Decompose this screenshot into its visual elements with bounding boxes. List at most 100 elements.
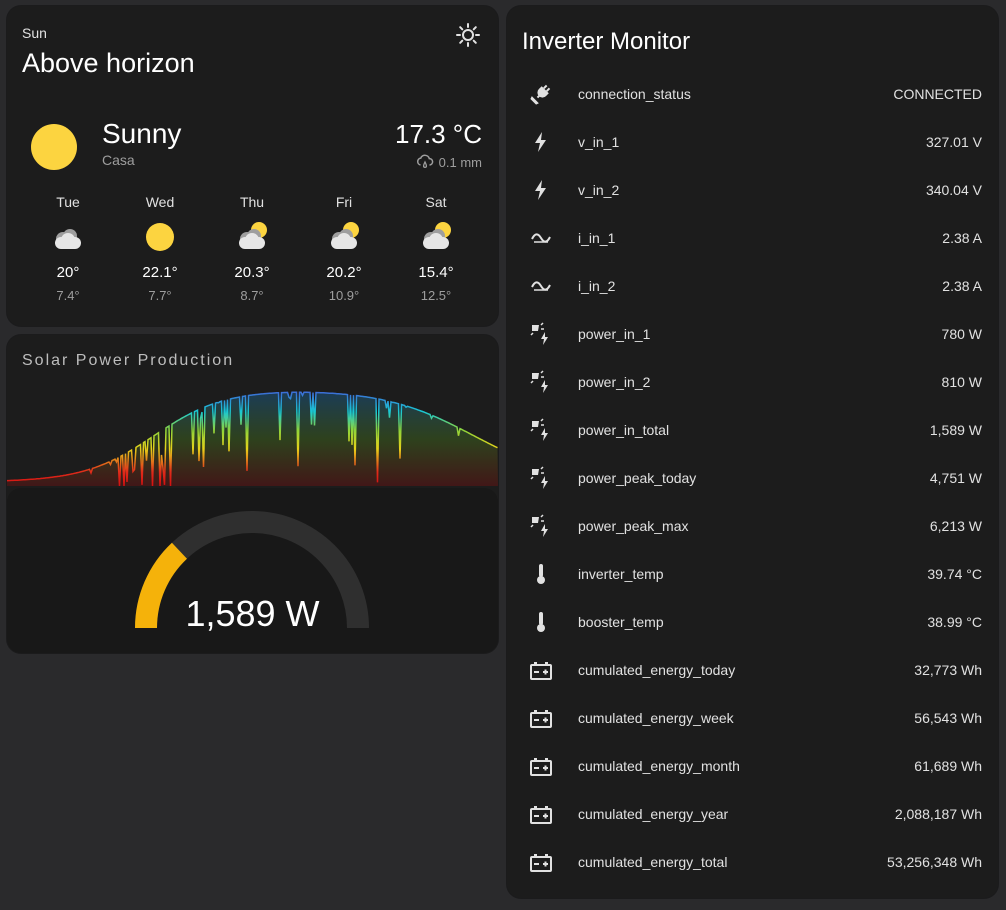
entity-value: 2,088,187 Wh [894, 806, 982, 822]
entity-row-cumulated-energy-today[interactable]: cumulated_energy_today 32,773 Wh [507, 646, 998, 694]
entity-value: 39.74 °C [927, 566, 982, 582]
entity-row-connection-status[interactable]: connection_status CONNECTED [507, 70, 998, 118]
entity-row-inverter-temp[interactable]: inverter_temp 39.74 °C [507, 550, 998, 598]
entity-value: 61,689 Wh [914, 758, 982, 774]
forecast-low: 10.9° [328, 288, 360, 303]
entity-name: cumulated_energy_year [578, 806, 729, 822]
entity-row-i-in-2[interactable]: i_in_2 2.38 A [507, 262, 998, 310]
plug-icon [529, 82, 553, 106]
solar-power-icon [529, 322, 553, 346]
forecast-high: 20.3° [234, 264, 270, 281]
entity-name: power_in_total [578, 422, 670, 438]
forecast-low: 7.7° [148, 288, 172, 303]
entity-name: power_in_2 [578, 374, 651, 390]
entity-row-cumulated-energy-year[interactable]: cumulated_energy_year 2,088,187 Wh [507, 790, 998, 838]
thermometer-icon [529, 610, 553, 634]
solar-power-icon [529, 466, 553, 490]
current-ac-icon [529, 226, 553, 250]
entity-name: cumulated_energy_today [578, 662, 736, 678]
forecast-low: 8.7° [240, 288, 264, 303]
partly-cloudy-icon [419, 220, 453, 254]
entity-row-cumulated-energy-month[interactable]: cumulated_energy_month 61,689 Wh [507, 742, 998, 790]
entity-name: power_peak_max [578, 518, 689, 534]
entity-value: 2.38 A [942, 230, 982, 246]
forecast-high: 15.4° [418, 264, 454, 281]
entity-name: inverter_temp [578, 566, 664, 582]
solar-power-icon [529, 418, 553, 442]
entity-row-v-in-1[interactable]: v_in_1 327.01 V [507, 118, 998, 166]
solar-power-icon [529, 514, 553, 538]
entity-name: v_in_2 [578, 182, 620, 198]
forecast-day: Wed 22.1° 7.7° [114, 194, 206, 303]
forecast-day-name: Tue [56, 194, 80, 210]
forecast-day-name: Sat [425, 194, 447, 210]
entity-value: 810 W [941, 374, 982, 390]
forecast-high: 20° [56, 264, 80, 281]
current-temperature: 17.3 °C [394, 119, 482, 149]
entity-value: 340.04 V [925, 182, 982, 198]
partly-cloudy-icon [327, 220, 361, 254]
solar-power-icon [529, 370, 553, 394]
entity-value: 2.38 A [942, 278, 982, 294]
entity-value: 6,213 W [929, 518, 982, 534]
entity-name: booster_temp [578, 614, 664, 630]
entity-name: i_in_2 [578, 278, 616, 294]
entity-row-booster-temp[interactable]: booster_temp 38.99 °C [507, 598, 998, 646]
sunny-icon [31, 124, 77, 170]
battery-charging-icon [529, 706, 553, 730]
flash-icon [529, 130, 553, 154]
sun-state[interactable]: Above horizon [22, 48, 195, 79]
entity-name: cumulated_energy_total [578, 854, 728, 870]
entity-name: i_in_1 [578, 230, 616, 246]
forecast-day-name: Wed [145, 194, 175, 210]
solar-card-title: Solar Power Production [22, 352, 235, 369]
forecast: Tue 20° 7.4° Wed 22.1° 7.7° Thu 20.3° 8.7° Fri 20.… [22, 194, 482, 303]
rain-cloud-icon [416, 154, 433, 168]
entity-row-cumulated-energy-total[interactable]: cumulated_energy_total 53,256,348 Wh [507, 838, 998, 886]
forecast-day: Tue 20° 7.4° [22, 194, 114, 303]
entity-name: cumulated_energy_week [578, 710, 734, 726]
battery-charging-icon [529, 754, 553, 778]
entity-row-power-in-total[interactable]: power_in_total 1,589 W [507, 406, 998, 454]
entity-name: power_in_1 [578, 326, 651, 342]
entity-row-i-in-1[interactable]: i_in_1 2.38 A [507, 214, 998, 262]
forecast-day-name: Fri [335, 194, 353, 210]
entity-name: v_in_1 [578, 134, 620, 150]
forecast-high: 22.1° [142, 264, 178, 281]
forecast-low: 12.5° [420, 288, 452, 303]
power-gauge[interactable]: 1,589 W [7, 488, 498, 653]
inverter-monitor-card: Inverter Monitor connection_status CONNEC… [507, 6, 998, 898]
precipitation: 0.1 mm [416, 154, 482, 170]
entity-row-power-peak-max[interactable]: power_peak_max 6,213 W [507, 502, 998, 550]
forecast-day: Thu 20.3° 8.7° [206, 194, 298, 303]
entity-row-power-in-2[interactable]: power_in_2 810 W [507, 358, 998, 406]
entity-row-power-peak-today[interactable]: power_peak_today 4,751 W [507, 454, 998, 502]
thermometer-icon [529, 562, 553, 586]
cloudy-icon [51, 220, 85, 254]
entity-value: CONNECTED [893, 86, 982, 102]
flash-icon [529, 178, 553, 202]
sun-weather-card[interactable]: Sun Above horizon Sunny Casa 17.3 °C 0.1… [7, 6, 498, 326]
forecast-day: Fri 20.2° 10.9° [298, 194, 390, 303]
entity-row-cumulated-energy-week[interactable]: cumulated_energy_week 56,543 Wh [507, 694, 998, 742]
entity-value: 56,543 Wh [914, 710, 982, 726]
current-ac-icon [529, 274, 553, 298]
battery-charging-icon [529, 802, 553, 826]
forecast-day-name: Thu [239, 194, 265, 210]
entity-value: 780 W [941, 326, 982, 342]
entity-name: connection_status [578, 86, 691, 102]
forecast-day: Sat 15.4° 12.5° [390, 194, 482, 303]
entity-name: cumulated_energy_month [578, 758, 740, 774]
entity-value: 4,751 W [929, 470, 982, 486]
battery-charging-icon [529, 658, 553, 682]
entity-name: power_peak_today [578, 470, 697, 486]
sun-icon[interactable] [455, 22, 481, 48]
partly-cloudy-icon [235, 220, 269, 254]
gauge-value: 1,589 W [185, 593, 320, 634]
entity-row-power-in-1[interactable]: power_in_1 780 W [507, 310, 998, 358]
entity-row-v-in-2[interactable]: v_in_2 340.04 V [507, 166, 998, 214]
forecast-high: 20.2° [326, 264, 362, 281]
weather-location: Casa [102, 152, 135, 168]
solar-power-card[interactable]: Solar Power Production 1,589 W [7, 335, 498, 653]
inverter-card-title: Inverter Monitor [522, 28, 691, 55]
